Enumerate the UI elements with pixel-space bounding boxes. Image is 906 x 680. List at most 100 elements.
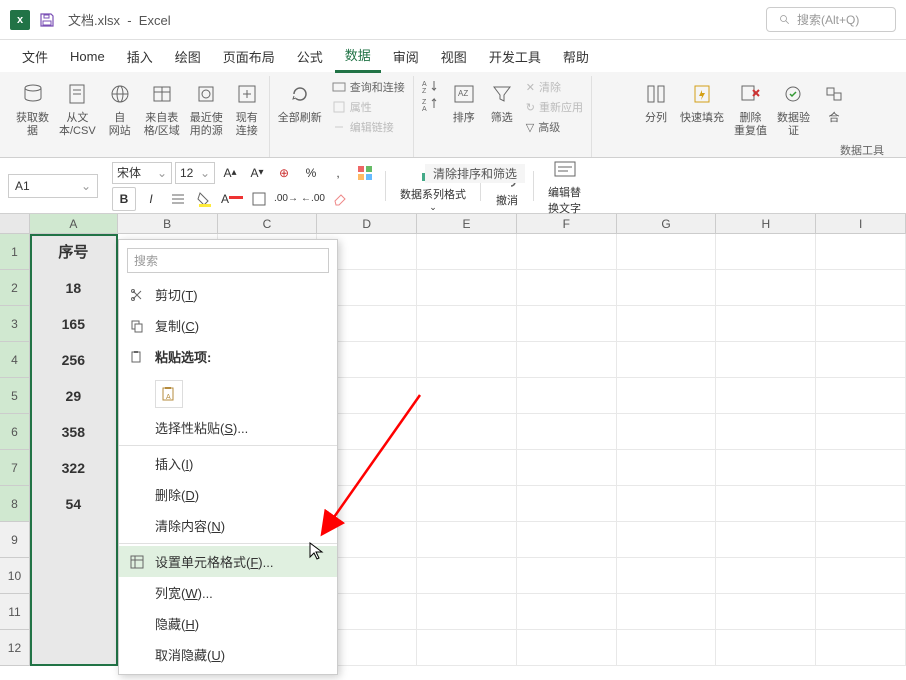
- context-paste-special[interactable]: 选择性粘贴(S)...: [119, 412, 337, 443]
- context-menu-search[interactable]: 搜索: [127, 248, 329, 273]
- cell[interactable]: [617, 630, 717, 666]
- context-clear-contents[interactable]: 清除内容(N): [119, 510, 337, 541]
- consolidate-button[interactable]: 合: [816, 76, 852, 127]
- tab-developer[interactable]: 开发工具: [479, 41, 551, 72]
- get-data-button[interactable]: 获取数 据: [12, 76, 53, 140]
- from-text-csv-button[interactable]: 从文 本/CSV: [55, 76, 100, 140]
- percent-button[interactable]: %: [299, 161, 323, 185]
- cell[interactable]: [617, 558, 717, 594]
- cell-A3[interactable]: 165: [30, 306, 118, 342]
- cell-A5[interactable]: 29: [30, 378, 118, 414]
- cell[interactable]: [417, 414, 517, 450]
- fill-color-button[interactable]: [193, 187, 217, 211]
- cell[interactable]: [517, 378, 617, 414]
- cell[interactable]: [617, 486, 717, 522]
- conditional-format-button[interactable]: [353, 161, 377, 185]
- cell[interactable]: [617, 450, 717, 486]
- column-header-C[interactable]: C: [218, 214, 318, 234]
- text-to-columns-button[interactable]: 分列: [638, 76, 674, 127]
- sort-ascending-button[interactable]: AZ: [420, 78, 442, 94]
- recent-sources-button[interactable]: 最近使 用的源: [186, 76, 227, 140]
- tab-help[interactable]: 帮助: [553, 41, 599, 72]
- cell[interactable]: [417, 234, 517, 270]
- cell[interactable]: [417, 270, 517, 306]
- cell[interactable]: [417, 594, 517, 630]
- cell-A7[interactable]: 322: [30, 450, 118, 486]
- column-header-B[interactable]: B: [118, 214, 218, 234]
- tab-file[interactable]: 文件: [12, 41, 58, 72]
- decrease-font-button[interactable]: A▾: [245, 161, 269, 185]
- cell[interactable]: [517, 630, 617, 666]
- from-table-button[interactable]: 来自表 格/区域: [140, 76, 184, 140]
- tab-insert[interactable]: 插入: [117, 41, 163, 72]
- row-header[interactable]: 1: [0, 234, 30, 270]
- data-validation-button[interactable]: 数据验 证: [773, 76, 814, 140]
- cell[interactable]: [417, 522, 517, 558]
- cell[interactable]: [816, 522, 906, 558]
- column-header-H[interactable]: H: [716, 214, 816, 234]
- column-header-D[interactable]: D: [317, 214, 417, 234]
- sort-descending-button[interactable]: ZA: [420, 96, 442, 112]
- flash-fill-button[interactable]: 快速填充: [676, 76, 728, 127]
- cell[interactable]: [417, 630, 517, 666]
- context-unhide[interactable]: 取消隐藏(U): [119, 639, 337, 670]
- advanced-filter-button[interactable]: ▽高级: [524, 118, 585, 136]
- cell[interactable]: [816, 486, 906, 522]
- cell[interactable]: [617, 270, 717, 306]
- cell-A1[interactable]: 序号: [30, 234, 118, 270]
- decrease-decimal-button[interactable]: ←.00: [301, 187, 325, 211]
- cell[interactable]: [816, 342, 906, 378]
- edit-alt-text-button[interactable]: 编辑替 换文字: [542, 156, 587, 216]
- cell[interactable]: [417, 378, 517, 414]
- from-web-button[interactable]: 自 网站: [102, 76, 138, 140]
- cell[interactable]: [716, 558, 816, 594]
- row-header[interactable]: 5: [0, 378, 30, 414]
- cell-A2[interactable]: 18: [30, 270, 118, 306]
- cell[interactable]: [417, 306, 517, 342]
- name-box[interactable]: A1 ⌄: [8, 174, 98, 198]
- borders-button[interactable]: [247, 187, 271, 211]
- context-insert[interactable]: 插入(I): [119, 448, 337, 479]
- increase-font-button[interactable]: A▴: [218, 161, 242, 185]
- cell[interactable]: [617, 414, 717, 450]
- row-header[interactable]: 4: [0, 342, 30, 378]
- cell[interactable]: [30, 594, 118, 630]
- font-color-button[interactable]: A: [220, 187, 244, 211]
- tab-data[interactable]: 数据: [335, 39, 381, 73]
- cell[interactable]: [617, 378, 717, 414]
- cell-A8[interactable]: 54: [30, 486, 118, 522]
- clear-button[interactable]: [328, 187, 352, 211]
- bold-button[interactable]: B: [112, 187, 136, 211]
- phonetic-guide-button[interactable]: ⊕: [272, 161, 296, 185]
- cell[interactable]: [617, 234, 717, 270]
- cell[interactable]: [816, 234, 906, 270]
- column-header-I[interactable]: I: [816, 214, 906, 234]
- column-header-E[interactable]: E: [417, 214, 517, 234]
- cell[interactable]: [716, 594, 816, 630]
- cell[interactable]: [617, 522, 717, 558]
- cell[interactable]: [517, 234, 617, 270]
- cell[interactable]: [816, 270, 906, 306]
- tab-page-layout[interactable]: 页面布局: [213, 41, 285, 72]
- cell[interactable]: [517, 270, 617, 306]
- cell[interactable]: [716, 378, 816, 414]
- font-selector[interactable]: 宋体⌄: [112, 162, 172, 184]
- cell[interactable]: [816, 306, 906, 342]
- cell[interactable]: [517, 486, 617, 522]
- cell[interactable]: [617, 306, 717, 342]
- refresh-all-button[interactable]: 全部刷新: [274, 76, 326, 127]
- cell[interactable]: [716, 486, 816, 522]
- tab-view[interactable]: 视图: [431, 41, 477, 72]
- save-icon[interactable]: [38, 11, 56, 29]
- existing-connections-button[interactable]: 现有 连接: [229, 76, 265, 140]
- tab-home[interactable]: Home: [60, 43, 115, 70]
- sort-button[interactable]: AZ 排序: [446, 76, 482, 127]
- cell[interactable]: [716, 414, 816, 450]
- cell[interactable]: [517, 522, 617, 558]
- cell[interactable]: [716, 630, 816, 666]
- column-header-A[interactable]: A: [30, 214, 118, 234]
- cell[interactable]: [716, 342, 816, 378]
- cell[interactable]: [517, 306, 617, 342]
- cell[interactable]: [417, 450, 517, 486]
- cell[interactable]: [816, 558, 906, 594]
